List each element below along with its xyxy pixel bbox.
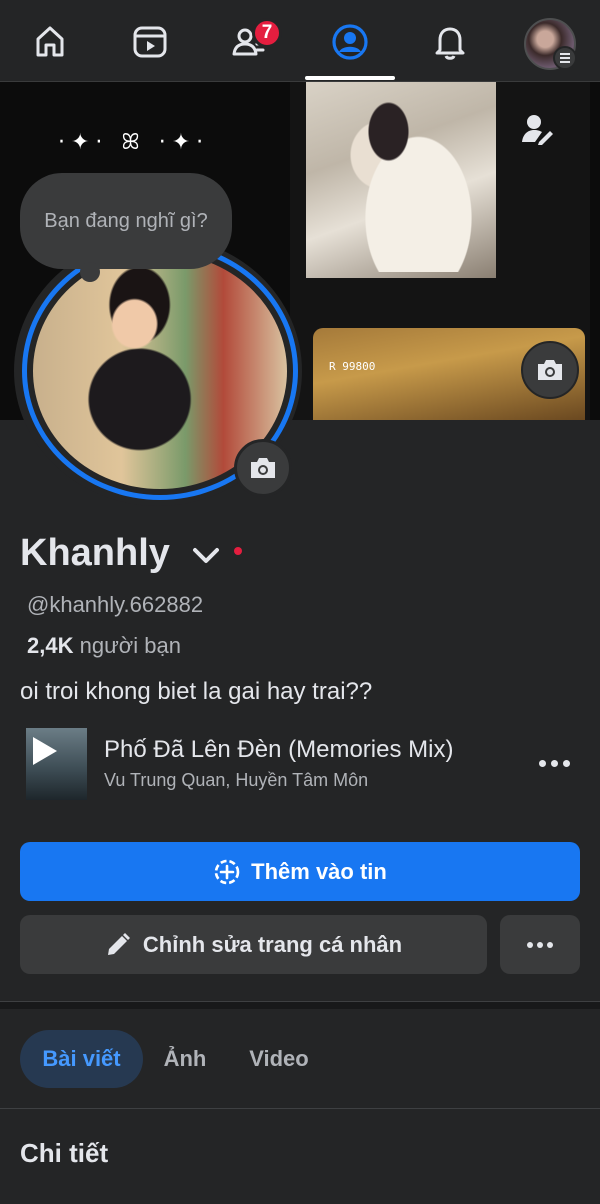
cover-image-portrait — [306, 82, 496, 278]
music-more-button[interactable] — [534, 748, 574, 778]
more-options-button[interactable] — [500, 915, 580, 974]
music-title: Phố Đã Lên Đèn (Memories Mix) — [104, 736, 454, 763]
section-divider — [0, 1001, 600, 1009]
friend-requests-badge: 7 — [252, 18, 282, 48]
profile-name: Khanhly — [20, 532, 170, 574]
nav-home[interactable] — [20, 14, 80, 74]
notification-dot — [233, 546, 242, 555]
edit-profile-button[interactable]: Chỉnh sửa trang cá nhân — [20, 915, 487, 974]
friends-count-label: người bạn — [79, 633, 181, 658]
bell-icon — [435, 27, 465, 60]
play-icon[interactable] — [30, 734, 60, 768]
cover-photo-caption: R 99800 — [329, 360, 376, 373]
profile-username: @khanhly.662882 — [27, 592, 204, 617]
add-to-story-label: Thêm vào tin — [251, 858, 387, 884]
nav-reels[interactable] — [120, 14, 180, 74]
profile-icon — [332, 24, 368, 60]
friends-count[interactable]: 2,4K người bạn — [27, 633, 181, 659]
profile-camera-button[interactable] — [234, 439, 292, 497]
top-navigation: 7 — [0, 0, 600, 82]
video-icon — [133, 26, 167, 58]
profile-tabs: Bài viết Ảnh Video — [0, 1009, 600, 1109]
add-to-story-button[interactable]: Thêm vào tin — [20, 842, 580, 901]
profile-music[interactable]: Phố Đã Lên Đèn (Memories Mix) Vu Trung Q… — [26, 728, 580, 800]
thought-bubble-tail — [80, 262, 100, 282]
pencil-icon — [107, 932, 130, 955]
tab-photos[interactable]: Ảnh — [150, 1030, 220, 1088]
chevron-down-icon[interactable] — [192, 547, 220, 565]
home-icon — [36, 26, 64, 57]
nav-friends[interactable]: 7 — [220, 14, 282, 74]
edit-avatar-icon[interactable] — [520, 112, 554, 151]
add-story-icon — [214, 859, 240, 884]
music-cover-art — [26, 728, 87, 800]
cover-camera-button[interactable] — [521, 341, 579, 399]
cover-sparkles: ·✦· ꕤ ·✦· — [58, 130, 210, 155]
camera-icon — [251, 458, 275, 478]
active-tab-indicator — [305, 76, 395, 80]
edit-profile-label: Chỉnh sửa trang cá nhân — [142, 931, 403, 957]
nav-notifications[interactable] — [420, 14, 480, 74]
music-artist: Vu Trung Quan, Huyền Tâm Môn — [104, 770, 369, 790]
details-title: Chi tiết — [20, 1138, 109, 1168]
camera-icon — [538, 360, 562, 380]
profile-bio: oi troi khong biet la gai hay trai?? — [20, 678, 373, 705]
tab-video[interactable]: Video — [232, 1030, 326, 1088]
thought-bubble[interactable]: Bạn đang nghĩ gì? — [20, 173, 232, 269]
menu-icon[interactable] — [553, 46, 577, 70]
tab-posts[interactable]: Bài viết — [20, 1030, 143, 1088]
nav-profile[interactable] — [320, 14, 380, 74]
friends-count-number: 2,4K — [27, 633, 74, 658]
name-row: Khanhly — [20, 532, 242, 575]
